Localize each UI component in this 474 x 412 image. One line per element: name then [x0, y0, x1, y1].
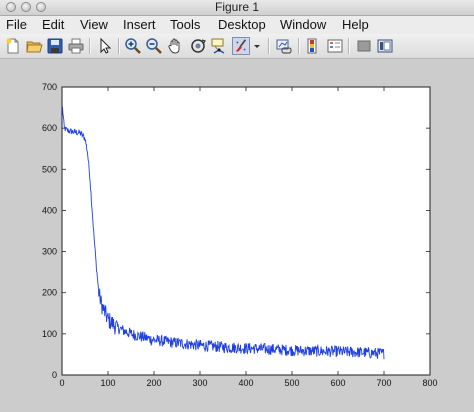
y-tick-label: 200: [42, 288, 57, 298]
axes-area[interactable]: [61, 86, 431, 376]
save-icon[interactable]: [46, 37, 64, 55]
pan-icon[interactable]: [166, 37, 184, 55]
edit-plot-icon[interactable]: [96, 37, 114, 55]
print-icon[interactable]: [67, 37, 85, 55]
y-tick-label: 300: [42, 247, 57, 257]
y-tick-label: 400: [42, 205, 57, 215]
rotate-3d-icon[interactable]: [189, 37, 207, 55]
figure-canvas: 0 100 200 300 400 500 600 700 800 0 100 200 300 400 50…: [0, 59, 474, 412]
link-plot-icon[interactable]: [275, 37, 293, 55]
x-tick-label: 100: [100, 378, 115, 388]
hide-plot-tools-icon[interactable]: [355, 37, 373, 55]
menu-file[interactable]: File: [6, 16, 27, 34]
brush-dropdown-icon[interactable]: [252, 37, 262, 55]
insert-colorbar-icon[interactable]: [304, 37, 322, 55]
x-tick-label: 400: [238, 378, 253, 388]
figure-toolbar: [0, 34, 474, 59]
x-tick-label: 200: [146, 378, 161, 388]
zoom-in-icon[interactable]: [124, 37, 142, 55]
new-figure-icon[interactable]: [4, 37, 22, 55]
menu-edit[interactable]: Edit: [42, 16, 64, 34]
toolbar-separator: [298, 38, 300, 54]
x-tick-label: 0: [59, 378, 64, 388]
y-tick-label: 500: [42, 164, 57, 174]
menu-bar: File Edit View Insert Tools Desktop Wind…: [0, 16, 474, 34]
zoom-out-icon[interactable]: [145, 37, 163, 55]
menu-view[interactable]: View: [80, 16, 108, 34]
title-bar[interactable]: Figure 1: [0, 0, 474, 16]
y-tick-label: 100: [42, 329, 57, 339]
x-tick-label: 700: [376, 378, 391, 388]
window-title: Figure 1: [214, 0, 260, 14]
toolbar-separator: [118, 38, 120, 54]
x-tick-label: 300: [192, 378, 207, 388]
toolbar-separator: [348, 38, 350, 54]
toolbar-separator: [89, 38, 91, 54]
plot-chart: 0 100 200 300 400 500 600 700 800 0 100 200 300 400 50…: [42, 82, 438, 388]
menu-help[interactable]: Help: [342, 16, 369, 34]
brush-icon[interactable]: [232, 37, 250, 55]
toolbar-separator: [268, 38, 270, 54]
x-tick-label: 800: [422, 378, 437, 388]
open-file-icon[interactable]: [25, 37, 43, 55]
insert-legend-icon[interactable]: [326, 37, 344, 55]
data-cursor-icon[interactable]: [210, 37, 228, 55]
show-plot-tools-icon[interactable]: [376, 37, 394, 55]
y-tick-label: 700: [42, 82, 57, 92]
menu-desktop[interactable]: Desktop: [218, 16, 266, 34]
menu-window[interactable]: Window: [280, 16, 326, 34]
menu-insert[interactable]: Insert: [123, 16, 156, 34]
y-tick-label: 600: [42, 123, 57, 133]
menu-tools[interactable]: Tools: [170, 16, 200, 34]
figure-window: Figure 1 File Edit View Insert Tools Des…: [0, 0, 474, 412]
x-tick-label: 600: [330, 378, 345, 388]
x-tick-label: 500: [284, 378, 299, 388]
y-tick-label: 0: [52, 370, 57, 380]
